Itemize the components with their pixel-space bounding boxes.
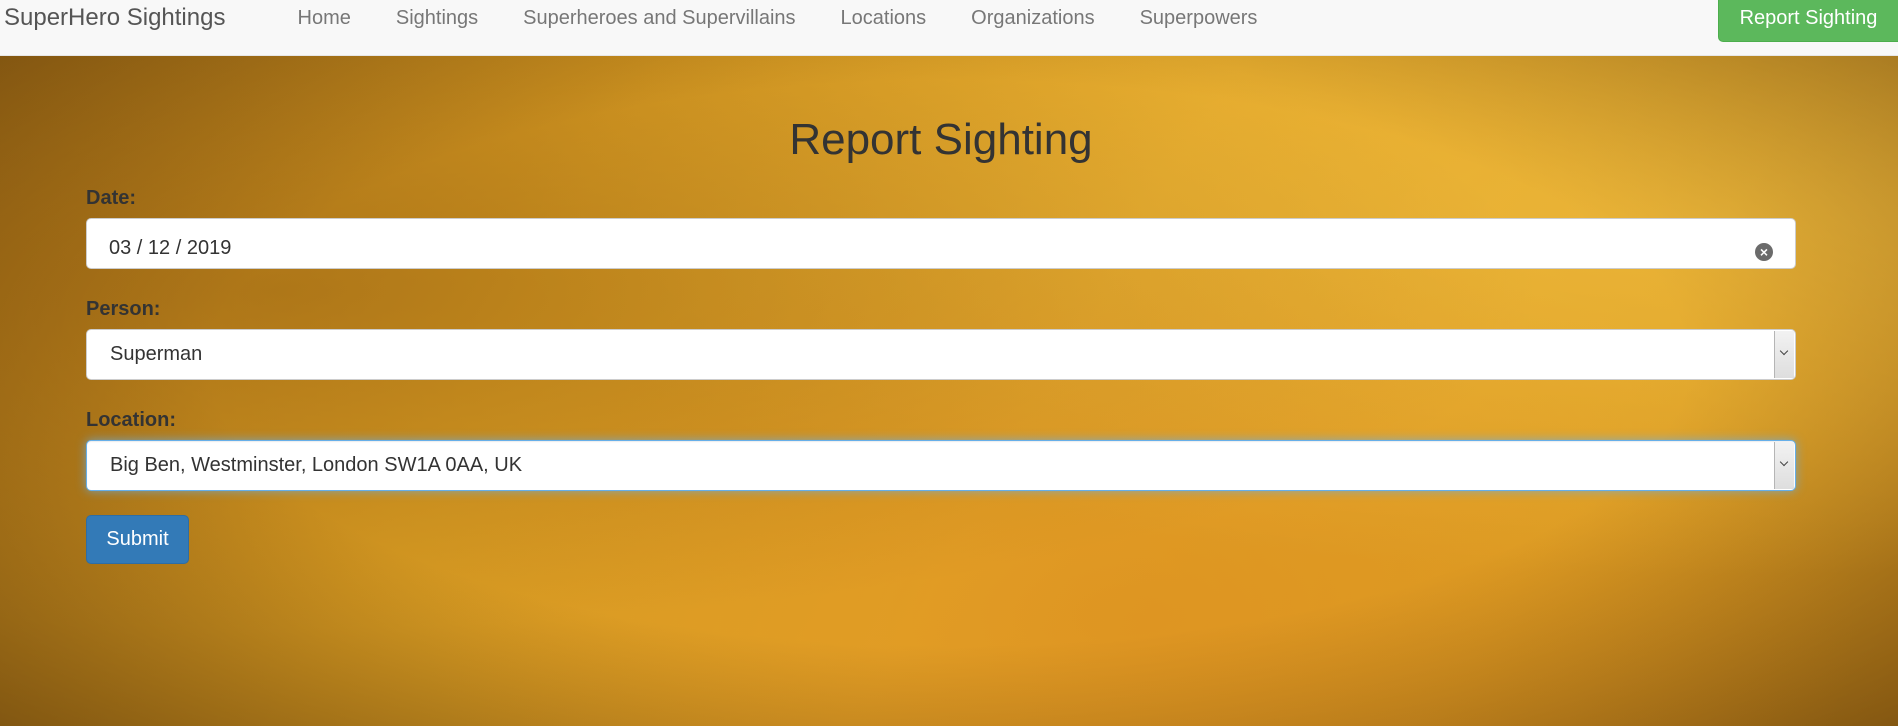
person-dropdown-button[interactable] xyxy=(1774,331,1794,378)
page-title: Report Sighting xyxy=(789,115,1093,164)
nav-item-locations[interactable]: Locations xyxy=(818,2,949,34)
clear-icon[interactable]: × xyxy=(1755,243,1773,261)
nav-item-organizations[interactable]: Organizations xyxy=(949,2,1117,34)
submit-button[interactable]: Submit xyxy=(86,515,189,564)
date-input[interactable]: 03 / 12 / 2019 × xyxy=(86,218,1796,269)
chevron-down-icon xyxy=(1779,346,1789,356)
date-value: 03 / 12 / 2019 xyxy=(109,237,232,259)
person-value: Superman xyxy=(110,343,203,365)
nav-menu: Home Sightings Superheroes and Supervill… xyxy=(275,2,1280,34)
location-label: Location: xyxy=(86,409,176,431)
nav-item-superpowers[interactable]: Superpowers xyxy=(1117,2,1280,34)
location-value: Big Ben, Westminster, London SW1A 0AA, U… xyxy=(110,454,523,476)
person-select[interactable]: Superman xyxy=(86,329,1796,380)
top-navbar: SuperHero Sightings Home Sightings Super… xyxy=(0,0,1898,56)
report-sighting-button[interactable]: Report Sighting xyxy=(1718,0,1898,42)
location-select[interactable]: Big Ben, Westminster, London SW1A 0AA, U… xyxy=(86,440,1796,491)
date-label: Date: xyxy=(86,187,137,209)
nav-item-sightings[interactable]: Sightings xyxy=(373,2,500,34)
location-dropdown-button[interactable] xyxy=(1774,442,1794,489)
nav-item-home[interactable]: Home xyxy=(275,2,373,34)
chevron-down-icon xyxy=(1779,457,1789,467)
brand-link[interactable]: SuperHero Sightings xyxy=(4,2,225,34)
person-label: Person: xyxy=(86,298,161,320)
nav-item-superheroes[interactable]: Superheroes and Supervillains xyxy=(501,2,818,34)
